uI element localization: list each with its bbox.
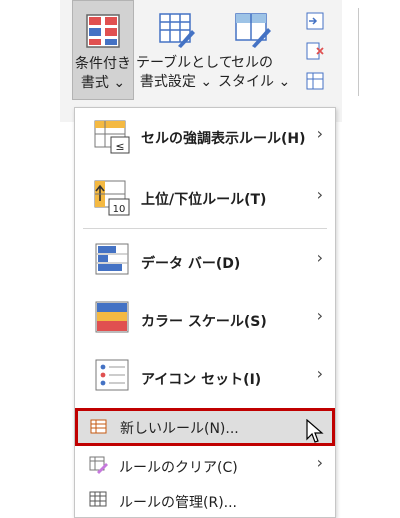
manage-rules-icon [89, 491, 107, 507]
format-as-table-label-2: 書式設定 ⌄ [139, 74, 213, 90]
insert-cells-icon[interactable] [306, 12, 324, 30]
cell-styles-label-2: スタイル ⌄ [218, 74, 291, 90]
conditional-formatting-button[interactable]: 条件付き 書式 ⌄ [72, 0, 134, 100]
cell-styles-button[interactable]: セルの スタイル ⌄ [218, 0, 291, 100]
conditional-formatting-icon [86, 14, 120, 48]
menu-item-label: カラー スケール(S) [141, 314, 267, 330]
data-bars-icon [95, 243, 129, 275]
menu-item-label: 上位/下位ルール(T) [141, 192, 267, 208]
ribbon-styles-group: 条件付き 書式 ⌄ テーブルとして 書式設定 ⌄ セルの スタイル ⌄ [60, 0, 359, 122]
menu-item-color-scales[interactable]: カラー スケール(S) › [75, 292, 335, 348]
clear-rules-icon [89, 456, 108, 474]
menu-item-highlight-cell-rules[interactable]: ≤ セルの強調表示ルール(H) › [75, 108, 335, 166]
top-bottom-rules-icon: 10 [94, 180, 130, 216]
chevron-right-icon: › [316, 185, 323, 204]
chevron-right-icon: › [316, 364, 323, 383]
menu-item-label: セルの強調表示ルール(H) [141, 131, 306, 147]
menu-item-label: ルールの管理(R)... [119, 495, 238, 511]
mouse-cursor-icon [306, 419, 324, 443]
highlight-cell-rules-icon: ≤ [94, 120, 130, 154]
conditional-formatting-label-1: 条件付き [75, 56, 131, 72]
delete-cells-icon[interactable] [306, 42, 324, 60]
menu-item-clear-rules[interactable]: ルールのクリア(C) › [75, 448, 335, 482]
chevron-right-icon: › [316, 453, 323, 472]
conditional-formatting-label-2: 書式 ⌄ [80, 75, 126, 91]
menu-item-manage-rules[interactable]: ルールの管理(R)... [75, 484, 335, 518]
menu-item-data-bars[interactable]: データ バー(D) › [75, 234, 335, 290]
format-as-table-label-1: テーブルとして [136, 55, 233, 71]
chevron-right-icon: › [316, 306, 323, 325]
format-as-table-icon [159, 13, 195, 48]
svg-text:10: 10 [113, 204, 126, 215]
new-rule-icon [90, 419, 107, 434]
chevron-right-icon: › [316, 124, 323, 143]
format-cells-icon[interactable] [306, 72, 324, 90]
color-scales-icon [95, 301, 129, 333]
menu-item-label: データ バー(D) [141, 256, 241, 272]
menu-item-label: ルールのクリア(C) [119, 460, 238, 476]
format-as-table-button[interactable]: テーブルとして 書式設定 ⌄ [136, 0, 233, 100]
chevron-right-icon: › [316, 248, 323, 267]
menu-item-icon-sets[interactable]: アイコン セット(I) › [75, 350, 335, 406]
menu-item-new-rule[interactable]: 新しいルール(N)... [75, 408, 335, 446]
conditional-formatting-menu: ≤ セルの強調表示ルール(H) › 10 上位/下位ルール(T) › データ バ… [74, 107, 336, 518]
menu-item-label: アイコン セット(I) [141, 372, 262, 388]
cell-styles-label-1: セルの [231, 55, 273, 71]
svg-text:≤: ≤ [115, 140, 124, 153]
ribbon-separator [358, 8, 359, 96]
cell-styles-icon [235, 13, 271, 48]
menu-item-top-bottom-rules[interactable]: 10 上位/下位ルール(T) › [75, 168, 335, 228]
icon-sets-icon [95, 359, 129, 391]
menu-item-label: 新しいルール(N)... [120, 421, 239, 437]
menu-divider [83, 228, 327, 229]
